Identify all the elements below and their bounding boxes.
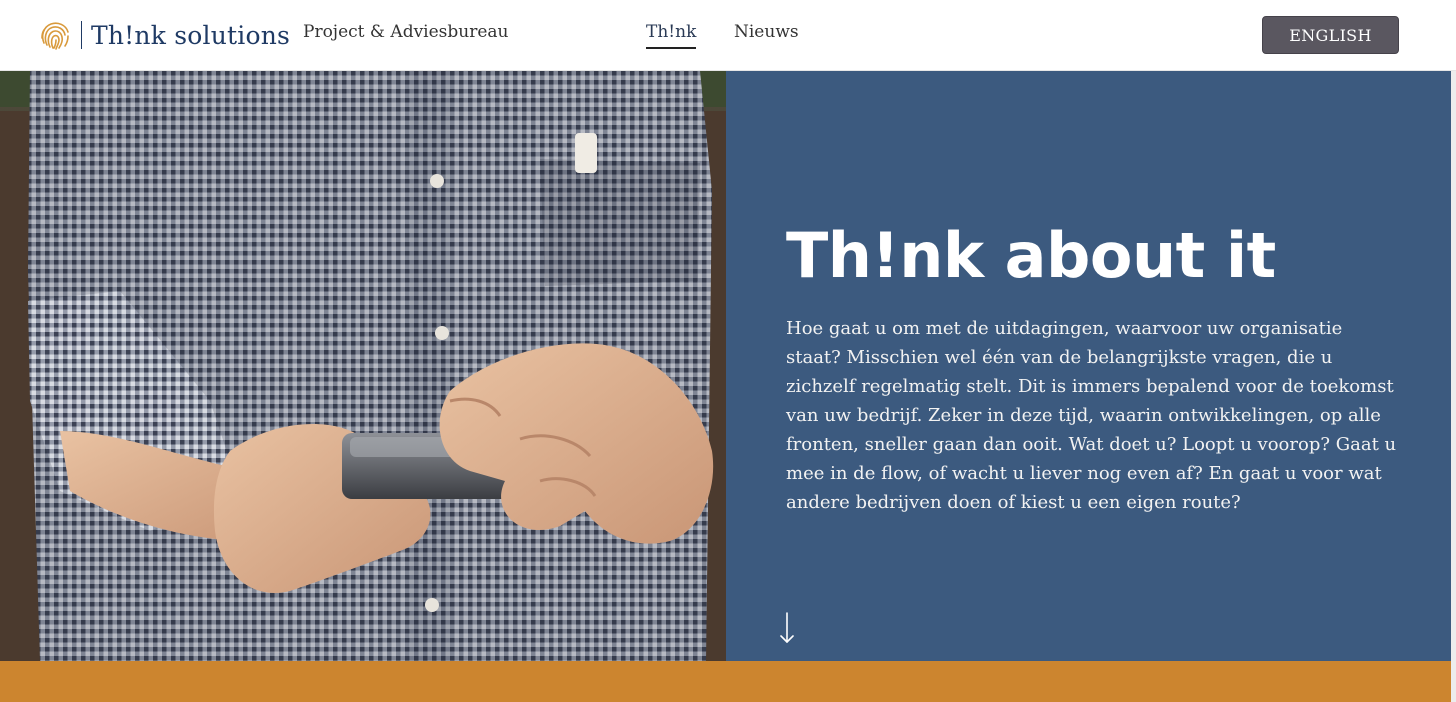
logo[interactable]: Th!nk solutions bbox=[38, 18, 290, 52]
hero-title: Th!nk about it bbox=[786, 219, 1276, 292]
man-with-phone-illustration bbox=[0, 71, 726, 661]
nav-item-think[interactable]: Th!nk bbox=[646, 22, 697, 49]
hero-photo bbox=[0, 71, 726, 661]
scrollbar-track[interactable] bbox=[1451, 71, 1456, 702]
active-nav-underline bbox=[646, 47, 697, 49]
logo-divider bbox=[81, 21, 82, 49]
nav-item-nieuws[interactable]: Nieuws bbox=[734, 22, 799, 42]
language-button-label: ENGLISH bbox=[1289, 25, 1372, 45]
nav-item-label: Nieuws bbox=[734, 22, 799, 42]
site-tagline: Project & Adviesbureau bbox=[303, 22, 509, 42]
arrow-down-icon[interactable] bbox=[778, 611, 796, 645]
language-switch-button[interactable]: ENGLISH bbox=[1262, 16, 1399, 54]
site-header: Th!nk solutions Project & Adviesbureau T… bbox=[0, 0, 1456, 71]
fingerprint-logo-icon bbox=[41, 22, 69, 50]
nav-item-label: Th!nk bbox=[646, 22, 697, 42]
next-section-band bbox=[0, 661, 1451, 702]
hero-intro-text: Hoe gaat u om met de uitdagingen, waarvo… bbox=[786, 318, 1397, 513]
hero-text-panel: Th!nk about it Hoe gaat u om met de uitd… bbox=[726, 71, 1451, 661]
logo-text: Th!nk solutions bbox=[91, 20, 291, 50]
